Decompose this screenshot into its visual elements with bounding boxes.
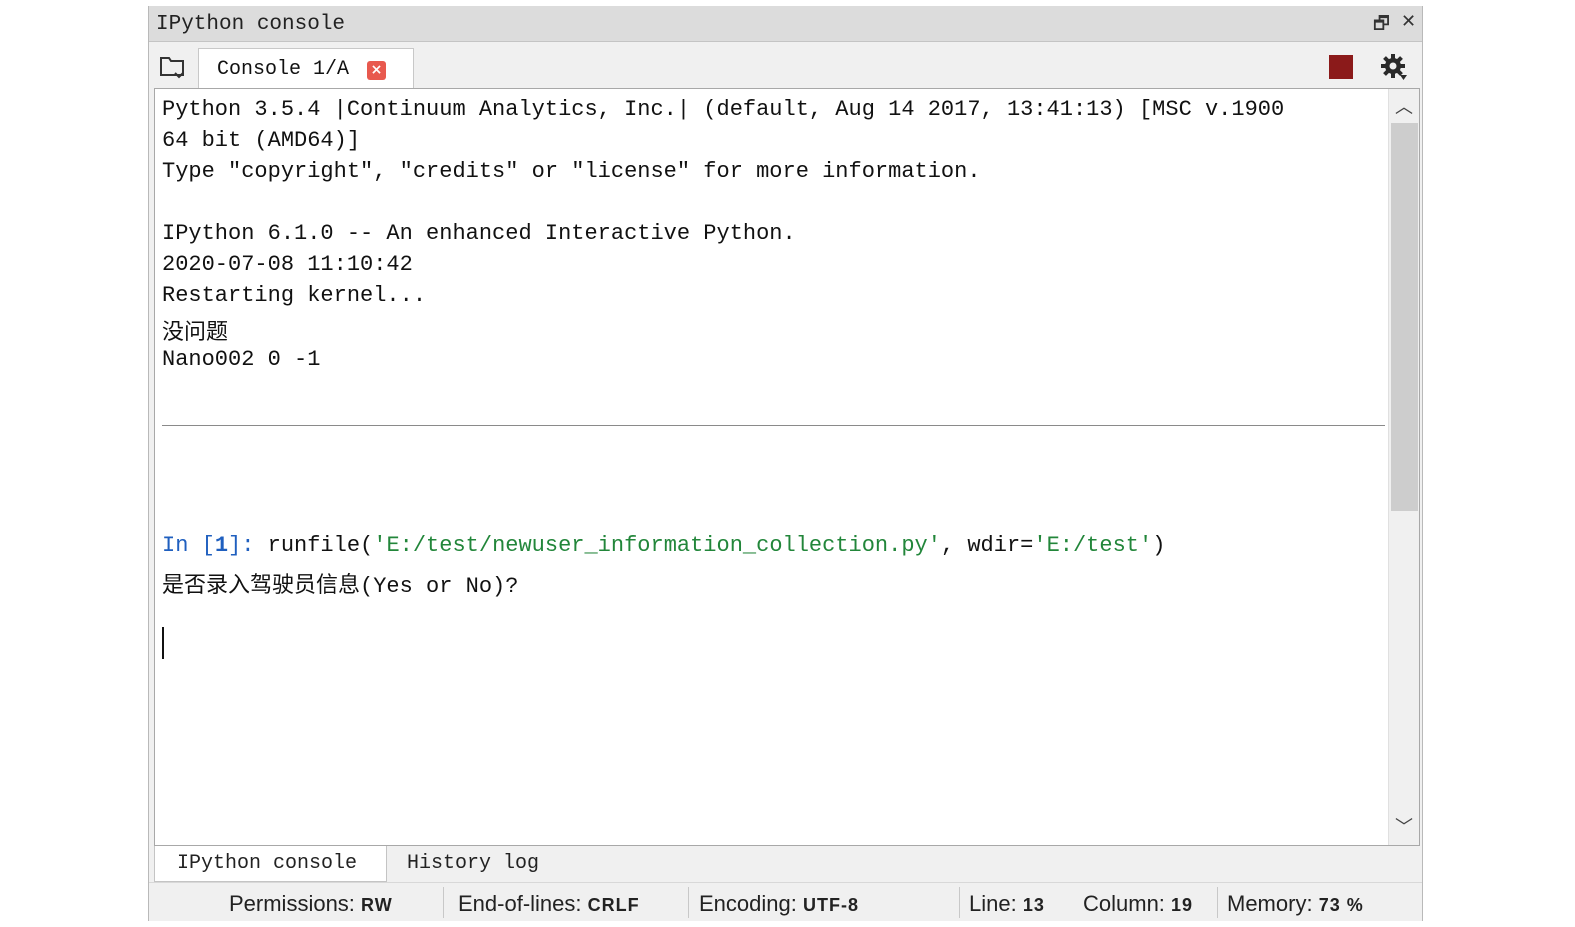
text-cursor [162, 627, 164, 659]
memory-label: Memory: [1227, 891, 1313, 916]
command-func: runfile( [267, 533, 374, 558]
eol-label: End-of-lines: [458, 891, 582, 916]
banner-line: IPython 6.1.0 -- An enhanced Interactive… [162, 221, 796, 246]
banner-line: Python 3.5.4 |Continuum Analytics, Inc.|… [162, 97, 1285, 122]
undock-icon[interactable]: 🗗 [1373, 11, 1390, 41]
pane-switcher-tabs: IPython console History log [154, 846, 1420, 882]
scroll-down-icon[interactable]: ﹀ [1395, 813, 1413, 839]
status-column: Column: 19 [1083, 891, 1193, 917]
scrollbar-thumb[interactable] [1391, 123, 1418, 511]
column-value: 19 [1171, 895, 1194, 915]
command-end: ) [1152, 533, 1166, 558]
prompt-in-label: In [ [162, 533, 215, 558]
line-label: Line: [969, 891, 1017, 916]
banner-line: Nano002 0 -1 [162, 347, 321, 372]
column-label: Column: [1083, 891, 1165, 916]
prompt-close: ]: [228, 533, 268, 558]
banner-line: Type "copyright", "credits" or "license"… [162, 159, 981, 184]
gear-icon [1381, 54, 1407, 80]
banner-line: 64 bit (AMD64)] [162, 128, 361, 153]
line-value: 13 [1022, 895, 1045, 915]
command-arg-file: 'E:/test/newuser_information_collection.… [373, 533, 941, 558]
console-banner: Python 3.5.4 |Continuum Analytics, Inc.|… [162, 97, 1284, 372]
command-arg-wdir: 'E:/test' [1033, 533, 1153, 558]
console-tab-bar: Console 1/A × [149, 42, 1422, 90]
pane-titlebar: IPython console 🗗 ✕ [149, 6, 1422, 42]
permissions-label: Permissions: [229, 891, 355, 916]
status-bar: Permissions: RW End-of-lines: CRLF Encod… [149, 882, 1422, 921]
status-encoding: Encoding: UTF-8 [699, 891, 859, 917]
banner-line: Restarting kernel... [162, 283, 427, 308]
status-memory: Memory: 73 % [1227, 891, 1364, 917]
encoding-label: Encoding: [699, 891, 797, 916]
status-eol: End-of-lines: CRLF [458, 891, 640, 917]
tab-ipython-console[interactable]: IPython console [154, 846, 387, 882]
program-output: 是否录入驾驶员信息(Yes or No)? [162, 574, 519, 599]
status-divider [959, 887, 960, 918]
tab-label: IPython console [177, 852, 358, 875]
tab-history-log[interactable]: History log [387, 846, 567, 882]
banner-line: 2020-07-08 11:10:42 [162, 252, 413, 277]
status-divider [1217, 887, 1218, 918]
permissions-value: RW [361, 895, 393, 915]
scroll-up-icon[interactable]: ︿ [1395, 93, 1413, 119]
banner-separator [162, 425, 1385, 426]
ipython-console-pane: IPython console 🗗 ✕ Console 1/A × Python… [148, 6, 1423, 921]
command-mid: , wdir= [940, 533, 1034, 558]
status-divider [688, 887, 689, 918]
vertical-scrollbar[interactable]: ︿ ﹀ [1388, 89, 1419, 845]
close-tab-icon[interactable]: × [367, 61, 386, 80]
banner-line: 没问题 [162, 321, 229, 346]
console-output-area[interactable]: Python 3.5.4 |Continuum Analytics, Inc.|… [154, 88, 1420, 846]
tab-console-1a[interactable]: Console 1/A × [198, 48, 414, 90]
folder-browse-icon [160, 57, 184, 79]
prompt-number: 1 [214, 533, 229, 558]
encoding-value: UTF-8 [802, 895, 859, 915]
eol-value: CRLF [587, 895, 640, 915]
options-button[interactable] [1380, 53, 1410, 83]
memory-value: 73 % [1318, 895, 1364, 915]
tab-label: History log [407, 852, 540, 875]
interrupt-kernel-button[interactable] [1329, 55, 1353, 79]
tab-label: Console 1/A [217, 58, 350, 81]
browse-tabs-button[interactable] [159, 54, 187, 80]
pane-title: IPython console [156, 13, 346, 36]
status-line: Line: 13 [969, 891, 1045, 917]
input-prompt-line: In [1]: runfile('E:/test/newuser_informa… [162, 533, 1165, 558]
status-permissions: Permissions: RW [229, 891, 393, 917]
status-divider [443, 887, 444, 918]
close-pane-icon[interactable]: ✕ [1401, 11, 1416, 32]
